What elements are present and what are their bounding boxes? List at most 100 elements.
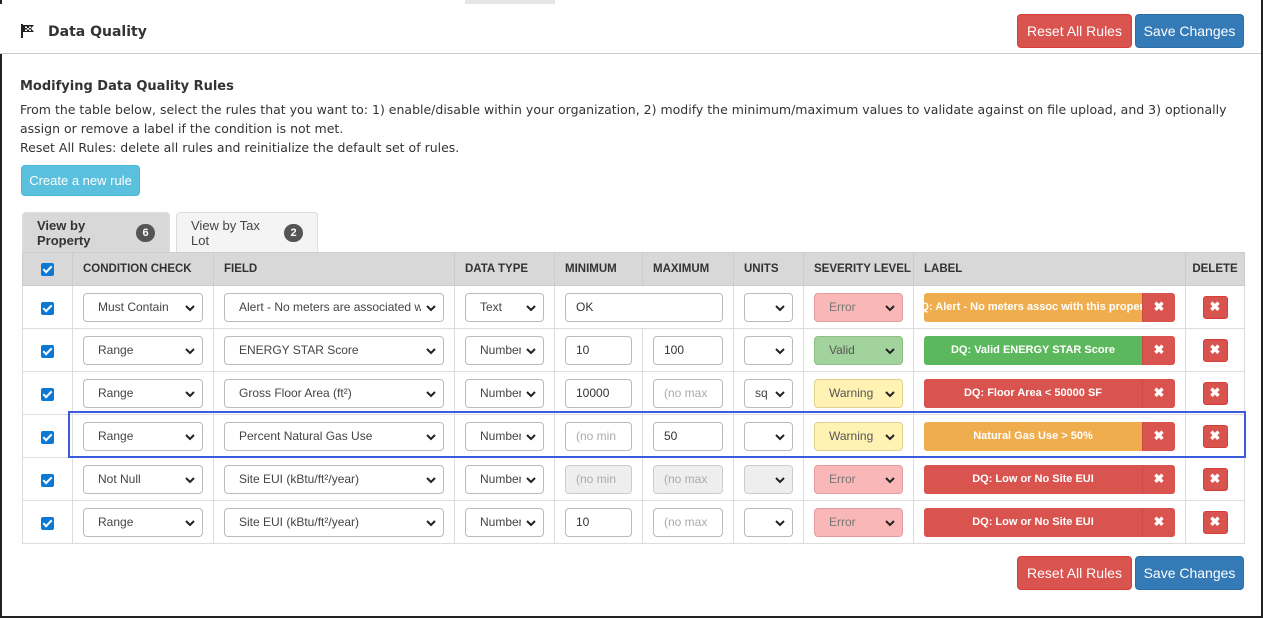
row-enabled-checkbox[interactable] xyxy=(41,473,54,487)
maximum-cell: (no max xyxy=(642,457,734,501)
severity-select[interactable]: Error xyxy=(814,507,903,537)
label-badge[interactable]: DQ: Low or No Site EUI xyxy=(924,507,1142,537)
severity-select[interactable]: Valid xyxy=(814,335,903,365)
close-icon: ✖ xyxy=(1209,471,1221,486)
reset-all-rules-button[interactable]: Reset All Rules xyxy=(1017,14,1132,48)
field-select[interactable]: Site EUI (kBtu/ft²/year) xyxy=(224,507,444,537)
field-select[interactable]: Site EUI (kBtu/ft²/year) xyxy=(224,464,444,494)
chevron-down-icon xyxy=(185,433,195,440)
condition-select[interactable]: Must Contain xyxy=(83,292,203,322)
field-select[interactable]: ENERGY STAR Score xyxy=(224,335,444,365)
tab-view-by-tax-lot[interactable]: View by Tax Lot 2 xyxy=(176,212,318,252)
label-badge[interactable]: DQ: Floor Area < 50000 SF xyxy=(924,378,1142,408)
condition-select[interactable]: Range xyxy=(83,507,203,537)
maximum-input[interactable]: 50 xyxy=(653,421,723,451)
data-type-select[interactable]: Number xyxy=(465,335,544,365)
text-match-input[interactable]: OK xyxy=(565,292,723,322)
close-icon: ✖ xyxy=(1153,514,1165,529)
condition-value: Range xyxy=(98,515,134,529)
label-badge[interactable]: DQ: Alert - No meters assoc with this pr… xyxy=(924,292,1142,322)
delete-rule-button[interactable]: ✖ xyxy=(1202,338,1228,362)
delete-rule-button[interactable]: ✖ xyxy=(1202,295,1228,319)
maximum-input: (no max xyxy=(653,464,723,494)
chevron-down-icon xyxy=(775,433,785,440)
condition-select[interactable]: Range xyxy=(83,421,203,451)
row-enabled-checkbox[interactable] xyxy=(41,344,54,358)
maximum-input[interactable]: (no max xyxy=(653,507,723,537)
page-title: Data Quality xyxy=(48,24,147,40)
severity-select[interactable]: Error xyxy=(814,464,903,494)
delete-rule-button[interactable]: ✖ xyxy=(1202,467,1228,491)
minimum-input[interactable]: 10 xyxy=(565,335,632,365)
condition-select[interactable]: Range xyxy=(83,378,203,408)
tab-label: View by Property xyxy=(37,217,91,248)
data-type-value: Number xyxy=(480,515,521,529)
delete-rule-button[interactable]: ✖ xyxy=(1202,510,1228,534)
units-select[interactable] xyxy=(744,507,793,537)
data-type-select[interactable]: Number xyxy=(465,378,544,408)
remove-label-button[interactable]: ✖ xyxy=(1142,378,1175,408)
chevron-down-icon xyxy=(775,304,785,311)
maximum-input[interactable]: (no max xyxy=(653,378,723,408)
severity-select[interactable]: Warning xyxy=(814,378,903,408)
condition-select[interactable]: Not Null xyxy=(83,464,203,494)
field-select[interactable]: Alert - No meters are associated with th… xyxy=(224,292,444,322)
count-badge: 6 xyxy=(136,223,155,242)
table-row: Range Site EUI (kBtu/ft²/year) Number 10… xyxy=(22,500,1245,544)
units-select[interactable] xyxy=(744,335,793,365)
label-group: DQ: Alert - No meters assoc with this pr… xyxy=(924,292,1175,322)
label-group: Natural Gas Use > 50% ✖ xyxy=(924,421,1175,451)
data-type-select[interactable]: Text xyxy=(465,292,544,322)
label-badge[interactable]: DQ: Valid ENERGY STAR Score xyxy=(924,335,1142,365)
create-new-rule-button[interactable]: Create a new rule xyxy=(21,165,140,196)
severity-select[interactable]: Error xyxy=(814,292,903,322)
field-select[interactable]: Percent Natural Gas Use xyxy=(224,421,444,451)
remove-label-button[interactable]: ✖ xyxy=(1142,507,1175,537)
severity-select[interactable]: Warning xyxy=(814,421,903,451)
minimum-input[interactable]: 10 xyxy=(565,507,632,537)
condition-select[interactable]: Range xyxy=(83,335,203,365)
delete-rule-button[interactable]: ✖ xyxy=(1202,381,1228,405)
label-badge[interactable]: Natural Gas Use > 50% xyxy=(924,421,1142,451)
units-cell xyxy=(733,285,804,329)
row-enabled-checkbox[interactable] xyxy=(41,516,54,530)
data-type-select[interactable]: Number xyxy=(465,464,544,494)
label-group: DQ: Low or No Site EUI ✖ xyxy=(924,464,1175,494)
data-type-select[interactable]: Number xyxy=(465,507,544,537)
chevron-down-icon xyxy=(885,304,895,311)
row-enabled-checkbox[interactable] xyxy=(41,430,54,444)
label-group: DQ: Floor Area < 50000 SF ✖ xyxy=(924,378,1175,408)
remove-label-button[interactable]: ✖ xyxy=(1142,335,1175,365)
data-type-select[interactable]: Number xyxy=(465,421,544,451)
close-icon: ✖ xyxy=(1209,428,1221,443)
units-select[interactable]: sq xyxy=(744,378,793,408)
save-changes-button[interactable]: Save Changes xyxy=(1135,14,1244,48)
table-row: Range Gross Floor Area (ft²) Number 1000… xyxy=(22,371,1245,415)
field-select[interactable]: Gross Floor Area (ft²) xyxy=(224,378,444,408)
delete-rule-button[interactable]: ✖ xyxy=(1202,424,1228,448)
units-select[interactable] xyxy=(744,421,793,451)
minimum-input[interactable]: (no min xyxy=(565,421,632,451)
maximum-cell: (no max xyxy=(642,500,734,544)
reset-all-rules-button[interactable]: Reset All Rules xyxy=(1017,556,1132,590)
instructions-text: From the table below, select the rules t… xyxy=(20,102,1227,136)
row-select-cell xyxy=(22,371,73,415)
minimum-input[interactable]: 10000 xyxy=(565,378,632,408)
delete-cell: ✖ xyxy=(1185,371,1245,415)
save-changes-button[interactable]: Save Changes xyxy=(1135,556,1244,590)
maximum-input[interactable]: 100 xyxy=(653,335,723,365)
row-enabled-checkbox[interactable] xyxy=(41,301,54,315)
chevron-down-icon xyxy=(426,519,436,526)
delete-cell: ✖ xyxy=(1185,328,1245,372)
row-enabled-checkbox[interactable] xyxy=(41,387,54,401)
remove-label-button[interactable]: ✖ xyxy=(1142,421,1175,451)
units-select[interactable] xyxy=(744,292,793,322)
data-type-cell: Number xyxy=(454,500,555,544)
label-badge[interactable]: DQ: Low or No Site EUI xyxy=(924,464,1142,494)
tab-view-by-property[interactable]: View by Property 6 xyxy=(22,212,170,252)
remove-label-button[interactable]: ✖ xyxy=(1142,464,1175,494)
select-all-checkbox[interactable] xyxy=(41,262,54,276)
remove-label-button[interactable]: ✖ xyxy=(1142,292,1175,322)
chevron-down-icon xyxy=(426,304,436,311)
column-header: FIELD xyxy=(213,252,455,286)
